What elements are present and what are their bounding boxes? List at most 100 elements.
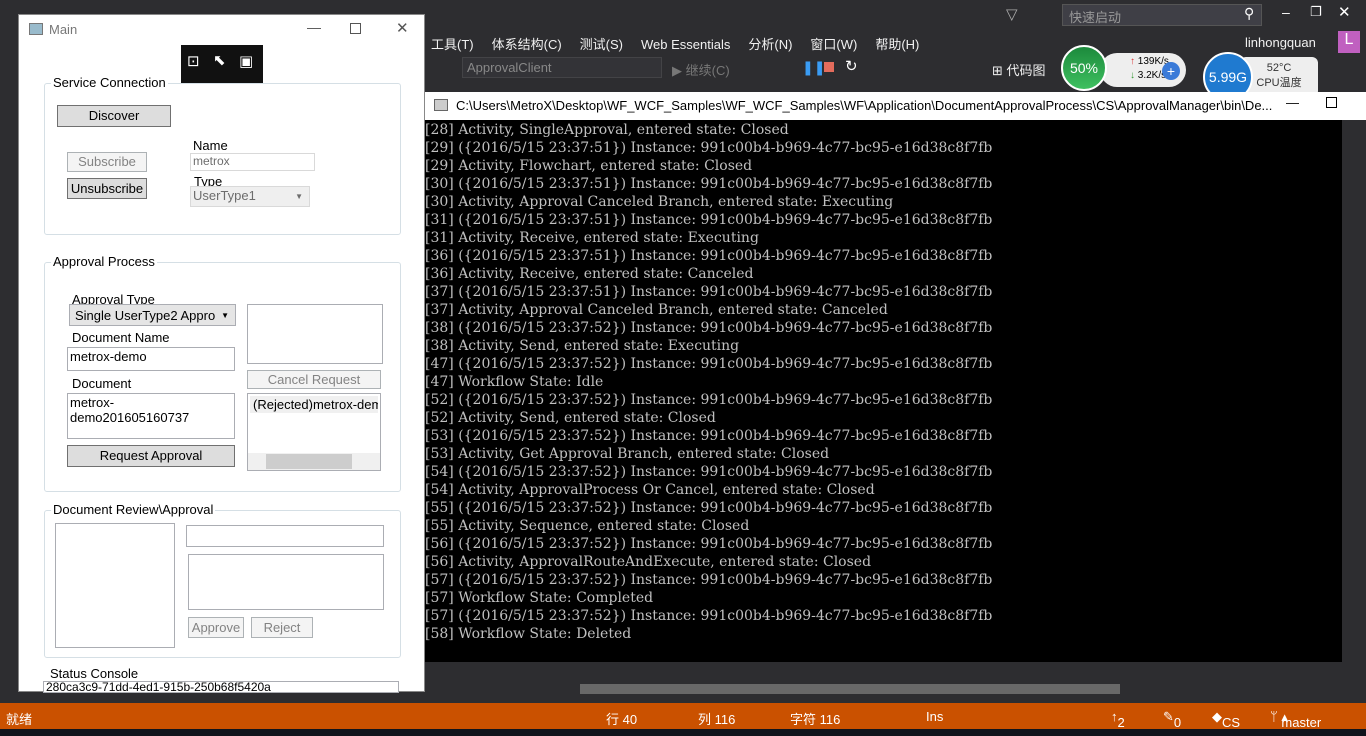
continue-label: 继续(C) — [685, 63, 730, 78]
vs-menu-bar: 工具(T) 体系结构(C) 测试(S) Web Essentials 分析(N) 窗口(W… — [431, 34, 937, 54]
document-name-input[interactable]: metrox-demo — [67, 347, 235, 371]
list-hscrollbar[interactable] — [248, 453, 380, 470]
console-line: [36] ({2016/5/15 23:37:51}) Instance: 99… — [425, 248, 993, 264]
type-select[interactable]: UserType1 ▼ — [190, 186, 310, 207]
search-icon[interactable]: ⚲ — [1244, 5, 1254, 22]
menu-help[interactable]: 帮助(H) — [875, 37, 919, 52]
scrollbar-thumb[interactable] — [266, 454, 352, 469]
document-name-label: Document Name — [72, 330, 170, 345]
console-line: [36] Activity, Receive, entered state: C… — [425, 266, 754, 282]
discover-button[interactable]: Discover — [57, 105, 171, 127]
console-maximize-button[interactable] — [1326, 97, 1337, 108]
stop-icon[interactable] — [824, 62, 834, 72]
console-icon — [434, 99, 448, 111]
project-combo[interactable]: ApprovalClient — [462, 57, 662, 78]
console-line: [30] Activity, Approval Canceled Branch,… — [425, 194, 894, 210]
editor-hscroll-track — [424, 662, 1342, 680]
minimize-button[interactable]: – — [1282, 4, 1290, 20]
review-content-input[interactable] — [188, 554, 384, 610]
console-line: [57] ({2016/5/15 23:37:52}) Instance: 99… — [425, 572, 993, 588]
window-title: Main — [49, 22, 78, 37]
menu-web-essentials[interactable]: Web Essentials — [641, 37, 730, 52]
maximize-button[interactable] — [350, 23, 361, 34]
debug-toolbar: ⊡ ⬉ ▣ — [181, 45, 263, 83]
cancel-request-button[interactable]: Cancel Request — [247, 370, 381, 389]
quick-launch-input[interactable]: 快速启动 — [1062, 4, 1262, 26]
console-line: [57] Workflow State: Completed — [425, 590, 654, 606]
document-review-legend: Document Review\Approval — [51, 502, 216, 517]
service-connection-group: Service Connection Discover Subscribe Un… — [44, 75, 401, 235]
chevron-down-icon: ▼ — [221, 311, 229, 320]
review-list[interactable] — [55, 523, 175, 648]
changes-count[interactable]: ✎ 0 — [1163, 709, 1181, 730]
select-element-icon[interactable]: ⬉ — [213, 51, 226, 69]
request-info-box — [247, 304, 383, 364]
console-line: [58] Workflow State: Deleted — [425, 626, 632, 642]
status-char: 字符 116 — [790, 712, 841, 727]
request-approval-button[interactable]: Request Approval — [67, 445, 235, 467]
console-title: C:\Users\MetroX\Desktop\WF_WCF_Samples\W… — [456, 98, 1273, 113]
branch-name[interactable]: ᛘ master ▴ — [1270, 709, 1321, 730]
approve-button[interactable]: Approve — [188, 617, 244, 638]
unsubscribe-button[interactable]: Unsubscribe — [67, 178, 147, 199]
visual-tree-icon[interactable]: ⊡ — [187, 52, 200, 70]
filter-icon[interactable]: ▽ — [1006, 5, 1018, 23]
user-name[interactable]: linhongquan — [1245, 35, 1316, 50]
subscribe-button[interactable]: Subscribe — [67, 152, 147, 172]
document-label: Document — [72, 376, 132, 391]
avatar[interactable]: L — [1338, 31, 1360, 53]
app-icon — [29, 23, 43, 35]
console-line: [52] Activity, Send, entered state: Clos… — [425, 410, 716, 426]
pause-icon[interactable]: ❚❚ — [802, 59, 825, 76]
console-title-bar: C:\Users\MetroX\Desktop\WF_WCF_Samples\W… — [424, 92, 1366, 120]
restore-button[interactable]: ❐ — [1310, 4, 1322, 20]
status-line: 行 40 — [606, 712, 638, 727]
console-line: [53] Activity, Get Approval Branch, ente… — [425, 446, 830, 462]
menu-analyze[interactable]: 分析(N) — [748, 37, 792, 52]
console-minimize-button[interactable]: — — [1286, 95, 1299, 110]
console-line: [53] ({2016/5/15 23:37:52}) Instance: 99… — [425, 428, 993, 444]
console-line: [37] ({2016/5/15 23:37:51}) Instance: 99… — [425, 284, 993, 300]
status-column: 列 116 — [698, 712, 736, 727]
name-field[interactable]: metrox — [190, 153, 315, 171]
plus-icon[interactable]: + — [1162, 62, 1180, 80]
service-connection-legend: Service Connection — [51, 75, 168, 90]
console-line: [47] ({2016/5/15 23:37:52}) Instance: 99… — [425, 356, 993, 372]
menu-test[interactable]: 测试(S) — [580, 37, 623, 52]
request-list[interactable]: (Rejected)metrox-dem — [247, 393, 381, 471]
console-line: [55] ({2016/5/15 23:37:52}) Instance: 99… — [425, 500, 993, 516]
console-line: [29] Activity, Flowchart, entered state:… — [425, 158, 753, 174]
approval-process-legend: Approval Process — [51, 254, 157, 269]
menu-tools[interactable]: 工具(T) — [431, 37, 474, 52]
approval-type-select[interactable]: Single UserType2 Appro ▼ — [69, 304, 236, 326]
taskbar — [0, 729, 1366, 736]
status-console-output[interactable]: 280ca3c9-71dd-4ed1-915b-250b68f5420a — [43, 681, 399, 693]
console-line: [47] Workflow State: Idle — [425, 374, 604, 390]
layout-adorner-icon[interactable]: ▣ — [239, 52, 253, 70]
push-count[interactable]: ↑ 2 — [1111, 709, 1125, 730]
code-map-button[interactable]: ⊞ 代码图 — [992, 60, 1046, 79]
console-line: [28] Activity, SingleApproval, entered s… — [425, 122, 789, 138]
menu-window[interactable]: 窗口(W) — [810, 37, 857, 52]
restart-icon[interactable]: ↻ — [845, 57, 858, 75]
close-button[interactable]: ✕ — [396, 19, 409, 37]
reject-button[interactable]: Reject — [251, 617, 313, 638]
horizontal-scrollbar-thumb[interactable] — [580, 684, 1120, 694]
changes-count-value: 0 — [1173, 715, 1182, 730]
main-window: Main — ✕ ⊡ ⬉ ▣ Service Connection Discov… — [18, 14, 425, 693]
document-input[interactable]: metrox-demo201605160737 — [67, 393, 235, 439]
close-button[interactable]: ✕ — [1338, 3, 1351, 21]
list-item[interactable]: (Rejected)metrox-dem — [250, 396, 378, 413]
cpu-gauge[interactable]: 50% — [1061, 45, 1107, 91]
menu-architecture[interactable]: 体系结构(C) — [492, 37, 562, 52]
repo-name-value: CS — [1222, 715, 1241, 730]
repo-name[interactable]: ◆ CS — [1212, 709, 1240, 730]
continue-button[interactable]: ▶ 继续(C) — [672, 60, 730, 79]
editor-scrollbar[interactable] — [1342, 120, 1366, 680]
branch-name-value: master — [1281, 715, 1322, 730]
review-title-input[interactable] — [186, 525, 384, 547]
console-line: [38] Activity, Send, entered state: Exec… — [425, 338, 740, 354]
minimize-button[interactable]: — — [307, 19, 321, 35]
approval-process-group: Approval Process Approval Type Single Us… — [44, 254, 401, 492]
console-line: [37] Activity, Approval Canceled Branch,… — [425, 302, 888, 318]
